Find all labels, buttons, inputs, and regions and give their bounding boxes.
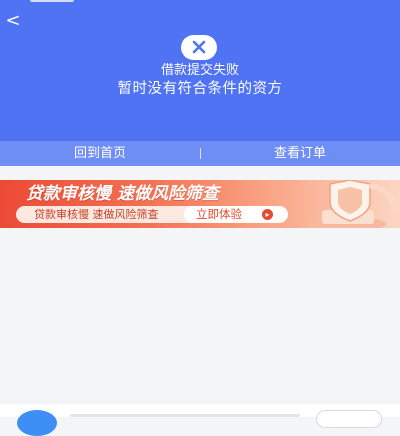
chevron-right-icon: ▸ (262, 209, 273, 220)
shield-icon (310, 180, 397, 228)
status-time (30, 0, 74, 2)
banner-subtitle: 贷款审核慢 速做风险筛查 (34, 208, 159, 221)
try-now-label: 立即体验 (196, 207, 242, 221)
bottom-card (0, 404, 400, 436)
card-action-button[interactable] (316, 410, 382, 428)
banner-title: 贷款审核慢 速做风险筛查 (26, 184, 219, 204)
back-home-button[interactable]: 回到首页 (0, 141, 200, 166)
result-subtitle: 暂时没有符合条件的资方 (117, 81, 283, 97)
try-now-button[interactable]: 立即体验 ▸ (184, 206, 288, 223)
close-icon (181, 35, 217, 60)
promo-banner[interactable]: 贷款审核慢 速做风险筛查 贷款审核慢 速做风险筛查 立即体验 ▸ (0, 180, 400, 228)
result-header: < 借款提交失败 暂时没有符合条件的资方 (0, 0, 400, 141)
avatar (17, 410, 57, 436)
action-bar: 回到首页 查看订单 (0, 141, 400, 166)
status-bar (0, 0, 400, 6)
result-title: 借款提交失败 (160, 63, 239, 78)
view-orders-button[interactable]: 查看订单 (200, 141, 400, 166)
back-button[interactable]: < (4, 10, 22, 32)
